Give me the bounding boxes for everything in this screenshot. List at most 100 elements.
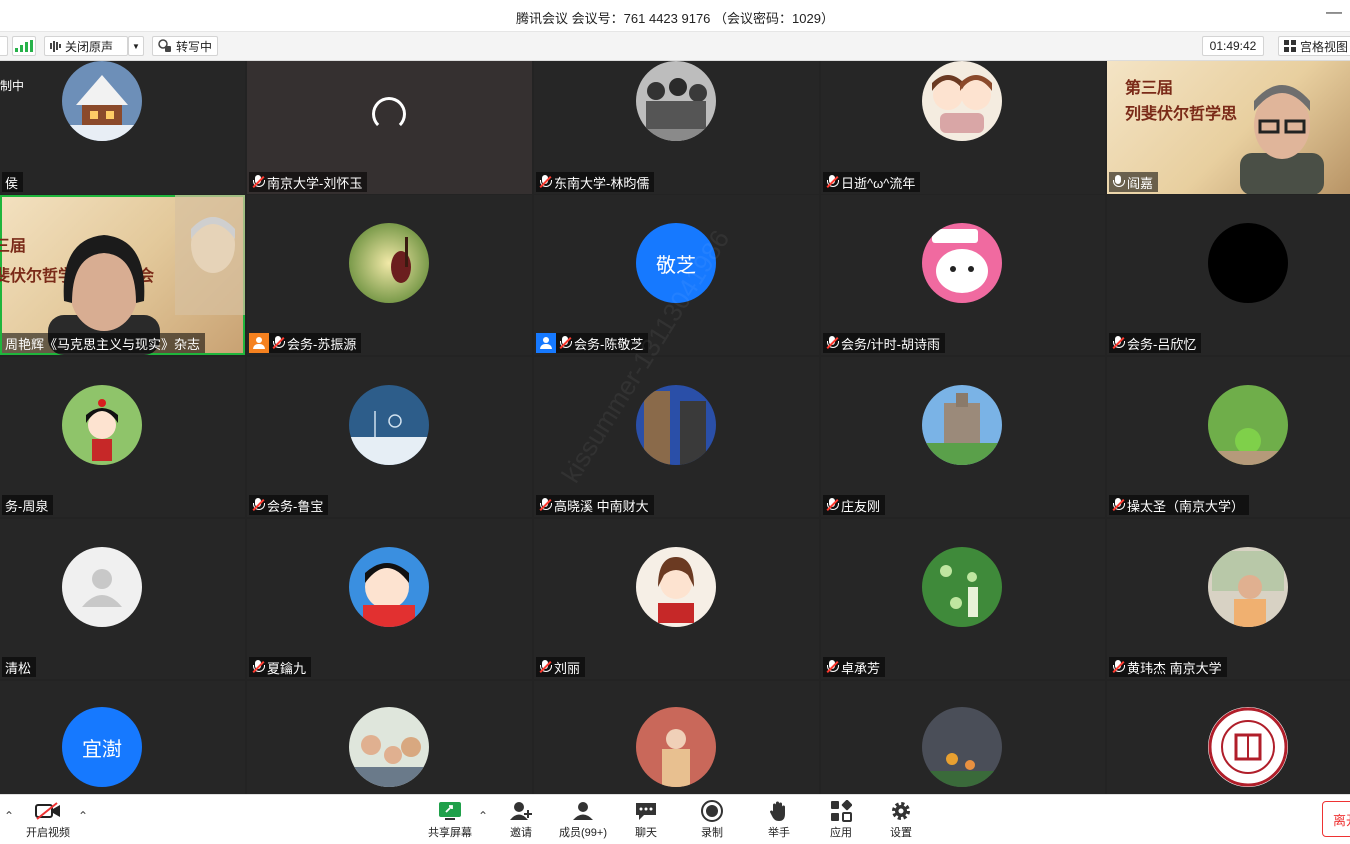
mic-muted-icon	[1112, 498, 1125, 512]
participant-name: 东南大学-林昀儒	[554, 175, 650, 191]
participant-tile[interactable]: 会务-吕欣忆	[1107, 195, 1350, 355]
partial-button[interactable]	[0, 36, 8, 56]
participant-tile[interactable]: 日逝^ω^流年	[821, 61, 1105, 194]
participant-nameplate: 侯	[2, 172, 24, 192]
network-signal-button[interactable]	[12, 36, 36, 56]
participant-name: 卓承芳	[841, 660, 881, 676]
participant-tile[interactable]: 会务/计时-胡诗雨	[821, 195, 1105, 355]
avatar	[922, 385, 1002, 465]
banner-line: 三届	[0, 236, 27, 255]
participant-nameplate: 会务-鲁宝	[249, 495, 329, 515]
chat-button[interactable]: 聊天	[616, 799, 676, 841]
participant-nameplate: 阎嘉	[1109, 172, 1159, 192]
participant-tile[interactable]: 敬芝 会务-陈敬芝	[534, 195, 819, 355]
share-screen-icon	[437, 799, 463, 823]
original-sound-toggle[interactable]: 关闭原声	[44, 36, 128, 56]
participant-nameplate: 会务-吕欣忆	[1109, 333, 1202, 353]
participant-tile[interactable]: 卓承芳	[821, 519, 1105, 679]
avatar	[1208, 707, 1288, 787]
mic-muted-icon	[539, 660, 552, 674]
avatar	[922, 707, 1002, 787]
mic-muted-icon	[272, 336, 285, 350]
chevron-up-icon[interactable]: ⌃	[78, 809, 88, 823]
record-icon	[699, 799, 725, 823]
participant-tile[interactable]	[821, 681, 1105, 794]
participant-tile[interactable]: 宜澍	[0, 681, 245, 794]
avatar	[636, 61, 716, 141]
top-toolbar: 关闭原声 ▼ 转写中 01:49:42 宫格视图	[0, 32, 1350, 61]
apps-label: 应用	[830, 827, 852, 839]
participant-tile[interactable]: 高晓溪 中南财大	[534, 357, 819, 517]
mic-muted-icon	[826, 498, 839, 512]
participant-video[interactable]: 第三届 列斐伏尔哲学思 阎嘉	[1107, 61, 1350, 194]
participant-name: 刘丽	[554, 660, 581, 676]
participant-nameplate: 周艳辉《马克思主义与现实》杂志	[2, 333, 206, 353]
record-button[interactable]: 录制	[682, 799, 742, 841]
timer-text: 01:49:42	[1209, 39, 1257, 53]
chevron-down-icon: ▼	[132, 41, 140, 51]
share-screen-button[interactable]: 共享屏幕	[420, 799, 480, 841]
participant-nameplate: 会务/计时-胡诗雨	[823, 333, 945, 353]
share-screen-label: 共享屏幕	[428, 827, 472, 839]
participant-tile[interactable]: 刘丽	[534, 519, 819, 679]
mic-muted-icon	[252, 175, 265, 189]
participant-tile[interactable]: 南京大学-刘怀玉	[247, 61, 532, 194]
participant-tile[interactable]: 东南大学-林昀儒	[534, 61, 819, 194]
participant-name: 日逝^ω^流年	[841, 175, 916, 191]
leave-meeting-button[interactable]: 离开	[1322, 801, 1350, 837]
audio-dropdown-button[interactable]: ▼	[128, 36, 144, 56]
transcribe-icon	[158, 39, 171, 52]
participant-tile[interactable]: 务-周泉	[0, 357, 245, 517]
mic-muted-icon	[1112, 660, 1125, 674]
audio-wave-icon	[50, 40, 61, 52]
avatar	[62, 385, 142, 465]
participant-tile[interactable]: 会务-鲁宝	[247, 357, 532, 517]
transcribe-button[interactable]: 转写中	[152, 36, 218, 56]
grid-view-button[interactable]: 宫格视图	[1278, 36, 1350, 56]
participant-nameplate: 务-周泉	[2, 495, 54, 515]
participant-tile[interactable]: 清松	[0, 519, 245, 679]
participant-tile[interactable]: 会务-苏振源	[247, 195, 532, 355]
banner-line: 第三届	[1125, 78, 1174, 97]
avatar	[922, 223, 1002, 303]
members-icon	[570, 799, 596, 823]
chevron-up-icon[interactable]: ⌃	[478, 809, 488, 823]
participant-tile[interactable]: 夏鑰九	[247, 519, 532, 679]
participant-tile[interactable]	[247, 681, 532, 794]
avatar: 敬芝	[636, 223, 716, 303]
signal-icon	[15, 40, 33, 52]
raise-hand-label: 举手	[768, 827, 790, 839]
participant-tile[interactable]	[1107, 681, 1350, 794]
video-toggle-button[interactable]: 开启视频	[18, 799, 78, 841]
avatar	[349, 223, 429, 303]
participant-tile[interactable]: 黄玮杰 南京大学	[1107, 519, 1350, 679]
mic-muted-icon	[252, 660, 265, 674]
invite-button[interactable]: 邀请	[491, 799, 551, 841]
participant-name: 务-周泉	[5, 498, 49, 514]
participant-video[interactable]: 三届 斐伏尔哲学思想研讨会 周艳辉《马克思主义与现实》杂志	[0, 195, 245, 355]
participant-name: 会务/计时-胡诗雨	[841, 336, 940, 352]
raise-hand-button[interactable]: 举手	[749, 799, 809, 841]
participant-name: 庄友刚	[841, 498, 881, 514]
avatar	[922, 61, 1002, 141]
avatar	[349, 707, 429, 787]
participant-tile[interactable]: 操太圣（南京大学）	[1107, 357, 1350, 517]
participant-nameplate: 庄友刚	[823, 495, 886, 515]
participant-tile[interactable]	[534, 681, 819, 794]
loading-spinner-icon	[372, 97, 406, 131]
chevron-up-icon[interactable]: ⌃	[4, 809, 14, 823]
participant-tile[interactable]: 庄友刚	[821, 357, 1105, 517]
participant-name: 清松	[5, 660, 32, 676]
mic-muted-icon	[559, 336, 572, 350]
participant-tile[interactable]: 制中 侯	[0, 61, 245, 194]
apps-button[interactable]: 应用	[811, 799, 871, 841]
host-badge-icon	[249, 333, 269, 353]
members-button[interactable]: 成员(99+)	[553, 799, 613, 841]
avatar-initials: 宜澍	[82, 738, 122, 761]
avatar: 宜澍	[62, 707, 142, 787]
minimize-icon[interactable]: —	[1326, 4, 1342, 24]
cohost-badge-icon	[536, 333, 556, 353]
settings-button[interactable]: 设置	[871, 799, 931, 841]
camera-off-icon	[35, 799, 61, 823]
meeting-window: 腾讯会议 会议号：761 4423 9176 （会议密码：1029） — 关闭原…	[0, 0, 1350, 844]
